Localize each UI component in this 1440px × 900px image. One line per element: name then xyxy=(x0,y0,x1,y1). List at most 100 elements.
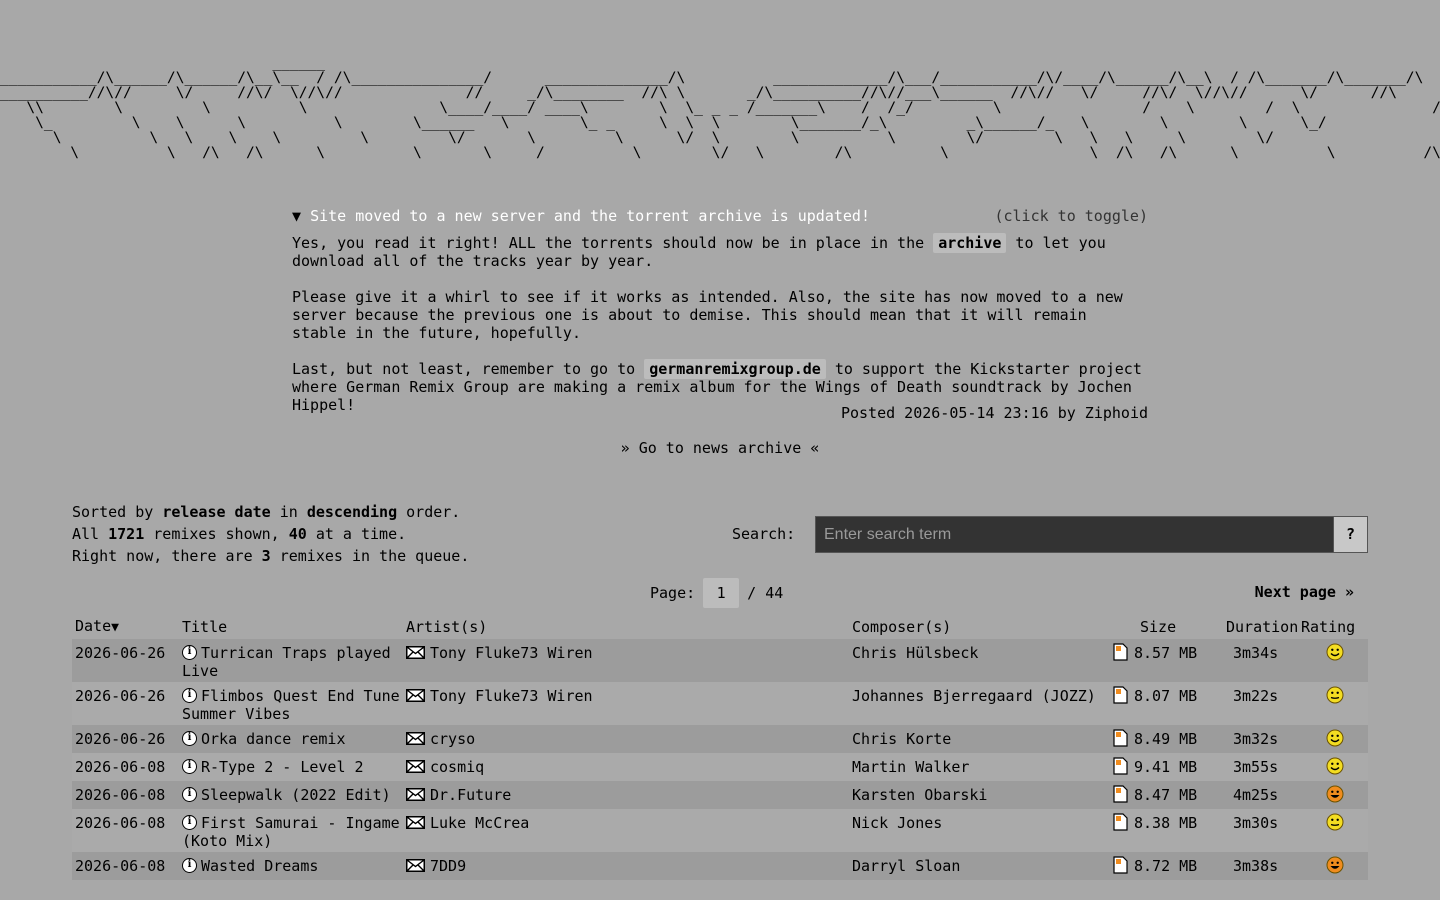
artist-link[interactable]: Tony Fluke73 Wiren xyxy=(430,644,593,662)
table-row[interactable]: 2026-06-26 i Flimbos Quest End Tune Summer… xyxy=(72,682,1368,725)
info-icon[interactable]: i xyxy=(182,815,197,830)
news-paragraph: Yes, you read it right! ALL the torrents… xyxy=(292,233,1106,270)
cell-duration: 3m55s xyxy=(1233,758,1279,776)
remix-title-link[interactable]: Flimbos Quest End Tune Summer Vibes xyxy=(182,687,400,723)
search-input[interactable] xyxy=(815,516,1333,553)
remix-table: Date▼ Title Artist(s) Composer(s) Size D… xyxy=(72,615,1368,880)
germanremixgroup-link[interactable]: germanremixgroup.de xyxy=(644,359,826,379)
column-header-size[interactable]: Size xyxy=(1113,615,1218,639)
cell-artist: Tony Fluke73 Wiren xyxy=(403,639,849,682)
news-toggle[interactable]: ▼ Site moved to a new server and the tor… xyxy=(292,206,1148,226)
column-header-artist[interactable]: Artist(s) xyxy=(403,615,849,639)
file-size[interactable]: 8.38 MB xyxy=(1134,814,1197,832)
rating-smile-icon xyxy=(1304,643,1365,661)
table-row[interactable]: 2026-06-26 i Orka dance remix cryso Chris Ko… xyxy=(72,725,1368,753)
table-row[interactable]: 2026-06-08 i Sleepwalk (2022 Edit) Dr.Futur… xyxy=(72,781,1368,809)
cell-rating xyxy=(1301,781,1368,809)
remix-title-link[interactable]: Wasted Dreams xyxy=(201,857,318,875)
cell-title: i R-Type 2 - Level 2 xyxy=(179,753,403,781)
artist-link[interactable]: Tony Fluke73 Wiren xyxy=(430,687,593,705)
column-header-rating[interactable]: Rating xyxy=(1301,615,1368,639)
mail-icon[interactable] xyxy=(406,787,425,805)
download-file-icon[interactable] xyxy=(1113,813,1128,835)
mail-icon[interactable] xyxy=(406,858,425,876)
page-label: Page: xyxy=(650,584,696,602)
cell-size: 9.41 MB xyxy=(1113,753,1218,781)
info-icon[interactable]: i xyxy=(182,731,197,746)
download-file-icon[interactable] xyxy=(1113,686,1128,708)
column-header-title[interactable]: Title xyxy=(179,615,403,639)
table-row[interactable]: 2026-06-08 i R-Type 2 - Level 2 cosmiq Marti… xyxy=(72,753,1368,781)
info-icon[interactable]: i xyxy=(182,688,197,703)
remix-title-link[interactable]: R-Type 2 - Level 2 xyxy=(201,758,364,776)
cell-title: i Turrican Traps played Live xyxy=(179,639,403,682)
table-row[interactable]: 2026-06-08 i First Samurai - Ingame (Koto … xyxy=(72,809,1368,852)
mail-icon[interactable] xyxy=(406,731,425,749)
cell-date: 2026-06-26 xyxy=(75,644,166,662)
file-size[interactable]: 8.07 MB xyxy=(1134,687,1197,705)
cell-composer: Karsten Obarski xyxy=(852,786,988,804)
file-size[interactable]: 9.41 MB xyxy=(1134,758,1197,776)
download-file-icon[interactable] xyxy=(1113,757,1128,779)
cell-composer: Chris Hülsbeck xyxy=(852,644,979,662)
cell-size: 8.38 MB xyxy=(1113,809,1218,852)
remix-title-link[interactable]: Orka dance remix xyxy=(201,730,346,748)
artist-link[interactable]: cryso xyxy=(430,730,475,748)
info-icon[interactable]: i xyxy=(182,858,197,873)
cell-duration: 3m38s xyxy=(1233,857,1279,875)
rating-neutral-icon xyxy=(1304,686,1365,704)
news-title: Site moved to a new server and the torre… xyxy=(310,207,870,225)
news-paragraph: Please give it a whirl to see if it work… xyxy=(292,288,1123,342)
remix-title-link[interactable]: First Samurai - Ingame (Koto Mix) xyxy=(182,814,400,850)
cell-composer: Martin Walker xyxy=(852,758,970,776)
table-row[interactable]: 2026-06-08 i Wasted Dreams 7DD9 Darryl Sloan… xyxy=(72,852,1368,880)
cell-title: i Orka dance remix xyxy=(179,725,403,753)
cell-rating xyxy=(1301,725,1368,753)
per-page-count: 40 xyxy=(288,525,307,543)
column-header-duration[interactable]: Duration xyxy=(1218,615,1301,639)
remix-title-link[interactable]: Turrican Traps played Live xyxy=(182,644,391,680)
news-body: Yes, you read it right! ALL the torrents… xyxy=(292,233,1148,422)
download-file-icon[interactable] xyxy=(1113,856,1128,878)
artist-link[interactable]: Luke McCrea xyxy=(430,814,529,832)
search-label: Search: xyxy=(732,525,796,543)
file-size[interactable]: 8.47 MB xyxy=(1134,786,1197,804)
archive-link[interactable]: archive xyxy=(933,233,1007,253)
cell-date: 2026-06-08 xyxy=(75,857,166,875)
info-icon[interactable]: i xyxy=(182,787,197,802)
news-archive-link[interactable]: » Go to news archive « xyxy=(621,439,820,457)
mail-icon[interactable] xyxy=(406,759,425,777)
cell-composer: Chris Korte xyxy=(852,730,952,748)
download-file-icon[interactable] xyxy=(1113,785,1128,807)
artist-link[interactable]: 7DD9 xyxy=(430,857,466,875)
news-posted-info: Posted 2026-05-14 23:16 by Ziphoid xyxy=(840,404,1148,422)
cell-duration: 3m30s xyxy=(1233,814,1279,832)
artist-link[interactable]: cosmiq xyxy=(430,758,484,776)
mail-icon[interactable] xyxy=(406,815,425,833)
current-page-input[interactable]: 1 xyxy=(703,578,740,608)
cell-date: 2026-06-08 xyxy=(75,814,166,832)
mail-icon[interactable] xyxy=(406,688,425,706)
cell-artist: Luke McCrea xyxy=(403,809,849,852)
cell-composer: Darryl Sloan xyxy=(852,857,961,875)
file-size[interactable]: 8.72 MB xyxy=(1134,857,1197,875)
mail-icon[interactable] xyxy=(406,645,425,663)
column-header-date[interactable]: Date▼ xyxy=(72,615,179,639)
column-header-composer[interactable]: Composer(s) xyxy=(849,615,1113,639)
info-icon[interactable]: i xyxy=(182,759,197,774)
file-size[interactable]: 8.49 MB xyxy=(1134,730,1197,748)
search-help-button[interactable]: ? xyxy=(1333,516,1368,553)
download-file-icon[interactable] xyxy=(1113,643,1128,665)
cell-size: 8.07 MB xyxy=(1113,682,1218,725)
news-item: ▼ Site moved to a new server and the tor… xyxy=(292,206,1148,422)
info-icon[interactable]: i xyxy=(182,645,197,660)
cell-rating xyxy=(1301,682,1368,725)
remix-title-link[interactable]: Sleepwalk (2022 Edit) xyxy=(201,786,391,804)
table-row[interactable]: 2026-06-26 i Turrican Traps played Live Ton… xyxy=(72,639,1368,682)
cell-duration: 3m22s xyxy=(1233,687,1279,705)
artist-link[interactable]: Dr.Future xyxy=(430,786,511,804)
next-page-link[interactable]: Next page » xyxy=(1255,582,1354,602)
download-file-icon[interactable] xyxy=(1113,729,1128,751)
cell-size: 8.47 MB xyxy=(1113,781,1218,809)
file-size[interactable]: 8.57 MB xyxy=(1134,644,1197,662)
